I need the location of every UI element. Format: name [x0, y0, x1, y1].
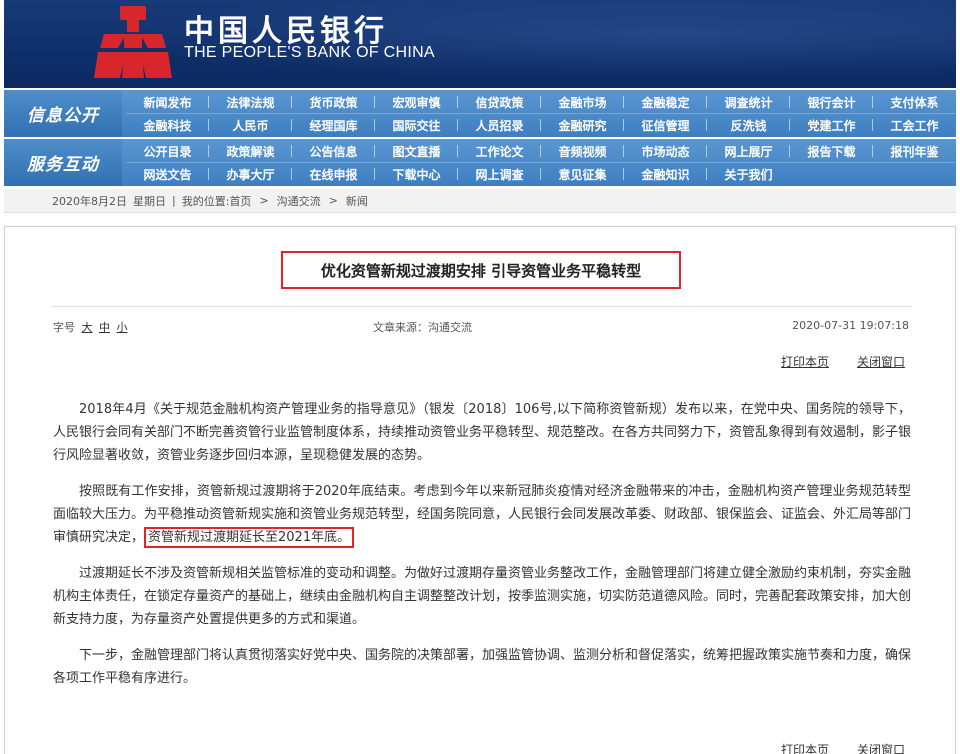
brand-name-en[interactable]: THE PEOPLE'S BANK OF CHINA: [184, 44, 435, 62]
nav-item-union[interactable]: 工会工作: [873, 114, 956, 136]
article-body: 2018年4月《关于规范金融机构资产管理业务的指导意见》（银发〔2018〕106…: [53, 398, 911, 703]
divider: [51, 306, 911, 307]
nav-item-recruitment[interactable]: 人员招录: [458, 114, 541, 136]
article-datetime: 2020-07-31 19:07:18: [792, 319, 909, 332]
nav-item-policy-interpretation[interactable]: 政策解读: [209, 140, 292, 162]
nav-item-financial-stability[interactable]: 金融稳定: [624, 91, 707, 113]
nav-row: 公开目录 政策解读 公告信息 图文直播 工作论文 音频视频 市场动态 网上展厅 …: [126, 140, 956, 162]
nav-heading: 信息公开: [4, 90, 122, 137]
nav-item-financial-market[interactable]: 金融市场: [541, 91, 624, 113]
nav-item-feedback[interactable]: 意见征集: [541, 163, 624, 185]
current-weekday: 星期日: [133, 194, 166, 208]
font-size-label: 字号: [53, 321, 75, 334]
breadcrumb: 2020年8月2日 星期日 | 我的位置: 首页 > 沟通交流 > 新闻: [4, 189, 956, 213]
nav-grid: 公开目录 政策解读 公告信息 图文直播 工作论文 音频视频 市场动态 网上展厅 …: [126, 139, 956, 186]
breadcrumb-level2[interactable]: 新闻: [346, 193, 368, 209]
nav-item-report-download[interactable]: 报告下载: [790, 140, 873, 162]
close-window-link[interactable]: 关闭窗口: [857, 353, 905, 370]
nav-item-monetary-policy[interactable]: 货币政策: [292, 91, 375, 113]
location-label: 我的位置:: [181, 194, 230, 208]
pboc-emblem-icon[interactable]: [94, 4, 172, 82]
print-page-link[interactable]: 打印本页: [781, 741, 829, 754]
nav-item-international[interactable]: 国际交往: [375, 114, 458, 136]
nav-row: 网送文告 办事大厅 在线申报 下载中心 网上调查 意见征集 金融知识 关于我们: [126, 163, 956, 185]
nav-item-download-center[interactable]: 下载中心: [375, 163, 458, 185]
font-size-large[interactable]: 大: [82, 321, 93, 334]
nav-item-credit-policy[interactable]: 信贷政策: [458, 91, 541, 113]
nav-item-macroprudential[interactable]: 宏观审慎: [375, 91, 458, 113]
article-paragraph: 过渡期延长不涉及资管新规相关监管标准的变动和调整。为做好过渡期存量资管业务整改工…: [53, 566, 912, 627]
nav-item-news-release[interactable]: 新闻发布: [126, 91, 209, 113]
nav-item-rmb[interactable]: 人民币: [209, 114, 292, 136]
breadcrumb-home[interactable]: 首页: [229, 193, 251, 209]
nav-item-laws[interactable]: 法律法规: [209, 91, 292, 113]
nav-info-disclosure: 信息公开 新闻发布 法律法规 货币政策 宏观审慎 信贷政策 金融市场 金融稳定 …: [4, 90, 956, 137]
breadcrumb-level1[interactable]: 沟通交流: [277, 193, 321, 209]
nav-row: 新闻发布 法律法规 货币政策 宏观审慎 信贷政策 金融市场 金融稳定 调查统计 …: [126, 91, 956, 113]
nav-item-service-hall[interactable]: 办事大厅: [209, 163, 292, 185]
nav-item-yearbook[interactable]: 报刊年鉴: [873, 140, 956, 162]
nav-item-online-survey[interactable]: 网上调查: [458, 163, 541, 185]
page: 中国人民银行 THE PEOPLE'S BANK OF CHINA 信息公开 新…: [0, 0, 960, 754]
nav-item-announcements[interactable]: 公告信息: [292, 140, 375, 162]
title-highlight-box: 优化资管新规过渡期安排 引导资管业务平稳转型: [281, 251, 681, 289]
article-tools: 打印本页 关闭窗口: [781, 353, 905, 370]
nav-item-market-news[interactable]: 市场动态: [624, 140, 707, 162]
article-source: 文章来源：沟通交流: [373, 321, 472, 334]
article-tools-bottom: 打印本页 关闭窗口: [781, 741, 905, 754]
nav-item-research[interactable]: 金融研究: [541, 114, 624, 136]
nav-item-party-building[interactable]: 党建工作: [790, 114, 873, 136]
print-page-link[interactable]: 打印本页: [781, 353, 829, 370]
nav-item-online-declaration[interactable]: 在线申报: [292, 163, 375, 185]
nav-item-statistics[interactable]: 调查统计: [707, 91, 790, 113]
font-size-selector: 字号 大 中 小: [53, 319, 128, 335]
article-title: 优化资管新规过渡期安排 引导资管业务平稳转型: [320, 261, 642, 280]
nav-grid: 新闻发布 法律法规 货币政策 宏观审慎 信贷政策 金融市场 金融稳定 调查统计 …: [126, 90, 956, 137]
nav-item-documents[interactable]: 网送文告: [126, 163, 209, 185]
nav-item-treasury[interactable]: 经理国库: [292, 114, 375, 136]
font-size-medium[interactable]: 中: [99, 321, 110, 334]
nav-item-catalog[interactable]: 公开目录: [126, 140, 209, 162]
font-size-small[interactable]: 小: [117, 321, 128, 334]
article-panel: 优化资管新规过渡期安排 引导资管业务平稳转型 字号 大 中 小 文章来源：沟通交…: [4, 226, 956, 754]
nav-heading: 服务互动: [4, 139, 122, 186]
breadcrumb-arrow: >: [259, 194, 269, 207]
article-paragraph: 下一步，金融管理部门将认真贯彻落实好党中央、国务院的决策部署，加强监管协调、监测…: [53, 648, 912, 686]
breadcrumb-separator: |: [172, 194, 176, 207]
nav-item-fintech[interactable]: 金融科技: [126, 114, 209, 136]
nav-item-financial-knowledge[interactable]: 金融知识: [624, 163, 707, 185]
nav-item-online-exhibit[interactable]: 网上展厅: [707, 140, 790, 162]
article-meta: 字号 大 中 小 文章来源：沟通交流 2020-07-31 19:07:18: [53, 319, 909, 335]
nav-item-credit-reference[interactable]: 征信管理: [624, 114, 707, 136]
nav-item-live[interactable]: 图文直播: [375, 140, 458, 162]
current-date: 2020年8月2日: [52, 194, 127, 208]
nav-service-interaction: 服务互动 公开目录 政策解读 公告信息 图文直播 工作论文 音频视频 市场动态 …: [4, 139, 956, 186]
nav-item-working-papers[interactable]: 工作论文: [458, 140, 541, 162]
nav-item-anti-money-laundering[interactable]: 反洗钱: [707, 114, 790, 136]
article-paragraph: 2018年4月《关于规范金融机构资产管理业务的指导意见》（银发〔2018〕106…: [53, 402, 912, 463]
highlighted-sentence: 资管新规过渡期延长至2021年底。: [144, 527, 355, 548]
nav-item-bank-accounting[interactable]: 银行会计: [790, 91, 873, 113]
nav-item-media[interactable]: 音频视频: [541, 140, 624, 162]
close-window-link[interactable]: 关闭窗口: [857, 741, 905, 754]
nav-item-payment-system[interactable]: 支付体系: [873, 91, 956, 113]
site-header: 中国人民银行 THE PEOPLE'S BANK OF CHINA: [4, 0, 956, 88]
nav-row: 金融科技 人民币 经理国库 国际交往 人员招录 金融研究 征信管理 反洗钱 党建…: [126, 114, 956, 136]
nav-item-about-us[interactable]: 关于我们: [707, 163, 790, 185]
breadcrumb-arrow: >: [328, 194, 338, 207]
article-paragraph: 按照既有工作安排，资管新规过渡期将于2020年底结束。考虑到今年以来新冠肺炎疫情…: [53, 480, 911, 549]
